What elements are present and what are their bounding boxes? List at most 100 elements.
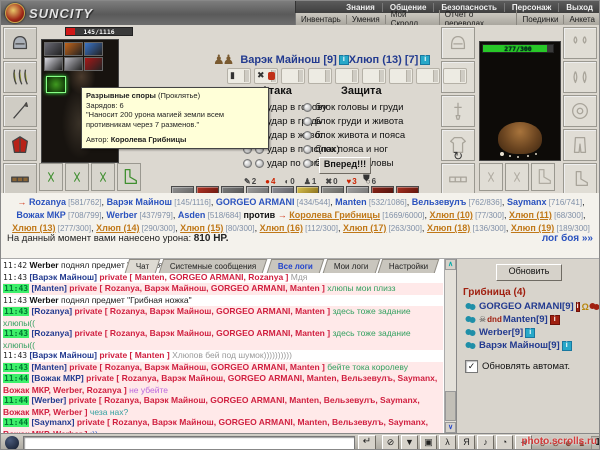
fighter-ally[interactable]: Saymanx (507, 197, 547, 207)
fighter-enemy-link[interactable]: Хлюп (15) (180, 223, 223, 233)
message-sender[interactable]: [Варэк Майнош] (29, 350, 96, 360)
message-sender[interactable]: [Saymanx] (31, 417, 74, 427)
fighter-enemy-link[interactable]: Хлюп (13) (12, 223, 55, 233)
message-sender[interactable]: [Rozanya] (31, 328, 72, 338)
player-slot-helmet-icon[interactable] (3, 27, 37, 59)
message-sender[interactable]: [Manten] (31, 362, 66, 372)
submenu-item-Поединки[interactable]: Поединки (517, 15, 564, 24)
member-name[interactable]: Werber (479, 327, 512, 338)
scroll-slot-empty[interactable] (362, 68, 386, 84)
translit-icon[interactable]: Я (458, 435, 475, 450)
scroll-slot-empty[interactable] (443, 68, 467, 84)
scroll-slot-empty[interactable] (281, 68, 305, 84)
roster-refresh-button[interactable]: Обновить (496, 264, 562, 281)
buff-icon[interactable] (84, 42, 103, 56)
smiley-icon[interactable] (5, 436, 19, 450)
menu-item-Выход[interactable]: Выход (559, 3, 600, 12)
enemy-info-icon[interactable]: i (420, 55, 430, 65)
submenu-item-Умения[interactable]: Умения (347, 15, 386, 24)
scroll-down-icon[interactable]: ∨ (445, 422, 456, 433)
defense-radio[interactable] (303, 117, 312, 126)
enemy-name[interactable]: Хлюп (13) [7]i (349, 54, 430, 66)
chat-tab-Системные сообщения[interactable]: Системные сообщения (159, 259, 268, 273)
fighter-enemy-link[interactable]: Хлюп (18) (427, 223, 470, 233)
chat-tab-Чат[interactable]: Чат (125, 259, 161, 273)
buff-icon[interactable] (64, 57, 83, 71)
message-sender[interactable]: [Manten] (31, 283, 66, 293)
player-slot-spear-icon[interactable] (3, 95, 37, 127)
fighter-ally[interactable]: Manten (335, 197, 367, 207)
enemy-rune-slot[interactable] (479, 163, 503, 191)
message-sender[interactable]: Werber (29, 260, 58, 270)
attack-radio-2[interactable] (255, 159, 264, 168)
scroll-slot-empty[interactable] (389, 68, 413, 84)
player-rune-slot[interactable] (65, 163, 89, 191)
fighter-enemy-link[interactable]: Хлюп (17) (343, 223, 386, 233)
active-buff-icon[interactable] (46, 76, 66, 93)
member-name[interactable]: GORGEO ARMANI (479, 301, 562, 312)
send-button[interactable]: ↵ (358, 435, 376, 450)
player-info-icon[interactable]: i (339, 55, 349, 65)
message-sender[interactable]: [Rozanya] (31, 306, 72, 316)
buff-icon[interactable] (84, 57, 103, 71)
scroll-slot-crossed[interactable]: ✖ (254, 68, 278, 84)
message-sender[interactable]: [Варэк Майнош] (29, 272, 96, 282)
scroll-slot-used[interactable]: ▮ (227, 68, 251, 84)
fighter-enemy-link[interactable]: Хлюп (19) (511, 223, 554, 233)
enemy-slot-earrings-icon[interactable] (563, 27, 597, 59)
scroll-slot-empty[interactable] (335, 68, 359, 84)
enemy-slot-shield-icon[interactable] (563, 95, 597, 127)
defense-radio[interactable] (303, 131, 312, 140)
chat-input[interactable] (23, 436, 355, 450)
buff-icon[interactable] (44, 42, 63, 56)
fighter-enemy-link[interactable]: Хлюп (14) (96, 223, 139, 233)
attack-radio-1[interactable] (243, 159, 252, 168)
battle-log-link[interactable]: лог боя »» (542, 233, 593, 244)
submenu-item-Инвентарь[interactable]: Инвентарь (296, 15, 347, 24)
menu-item-Знания[interactable]: Знания (339, 3, 383, 12)
fighter-enemy-link[interactable]: Хлюп (11) (509, 210, 552, 220)
fighter-ally[interactable]: Варэк Майнош (107, 197, 172, 207)
message-sender[interactable]: [Вожак МКР] (31, 373, 83, 383)
member-info-icon[interactable]: i (525, 328, 535, 338)
enemy-slot-helmet-icon[interactable] (441, 27, 475, 59)
member-info-icon[interactable]: i (576, 302, 580, 312)
clock-icon[interactable]: ◔ (496, 435, 513, 450)
enemy-slot-pants-icon[interactable] (563, 129, 597, 161)
member-name[interactable]: Варэк Майнош (479, 340, 548, 351)
message-sender[interactable]: Werber (29, 295, 58, 305)
scroll-slot-empty[interactable] (416, 68, 440, 84)
defense-radio[interactable] (303, 103, 312, 112)
defense-radio[interactable] (303, 159, 312, 168)
player-slot-cloak-icon[interactable] (3, 129, 37, 161)
player-rune-slot[interactable] (91, 163, 115, 191)
eraser-icon[interactable]: ⊘ (382, 435, 399, 450)
note-icon[interactable]: ♪ (477, 435, 494, 450)
enemy-slot-hands-icon[interactable] (563, 61, 597, 93)
fighter-ally[interactable]: Asden (178, 210, 206, 220)
fighter-enemy-link[interactable]: Хлюп (10) (430, 210, 473, 220)
enemy-slot-sword-icon[interactable] (441, 95, 475, 127)
chat-scrollbar[interactable]: ∧ ∨ (444, 259, 456, 433)
filter-icon[interactable]: ▼ (401, 435, 418, 450)
fighter-ally[interactable]: Rozanya (29, 197, 66, 207)
scrollbar-thumb[interactable] (445, 391, 456, 421)
forward-button[interactable]: Вперед!!! (319, 157, 371, 174)
chat-tab-Мои логи[interactable]: Мои логи (322, 259, 379, 273)
buff-icon[interactable] (44, 57, 63, 71)
runner-icon[interactable]: λ (439, 435, 456, 450)
fighter-enemy-link[interactable]: Королева Грибницы (289, 210, 380, 220)
enemy-rune-slot[interactable] (505, 163, 529, 191)
player-rune-slot[interactable] (39, 163, 63, 191)
enemy-slot-belt-icon[interactable] (441, 163, 475, 195)
enemy-slot-boots-icon[interactable] (563, 163, 597, 195)
screen-icon[interactable]: ▣ (420, 435, 437, 450)
message-sender[interactable]: [Werber] (31, 395, 66, 405)
defense-radio[interactable] (303, 145, 312, 154)
refresh-icon[interactable]: ↻ (453, 149, 463, 163)
fighter-ally[interactable]: Werber (106, 210, 137, 220)
enemy-boots-slot[interactable] (531, 163, 555, 191)
fighter-ally[interactable]: Вожак МКР (16, 210, 65, 220)
player-slot-claws-icon[interactable] (3, 61, 37, 93)
auto-update-checkbox[interactable]: ✓ (465, 360, 478, 373)
